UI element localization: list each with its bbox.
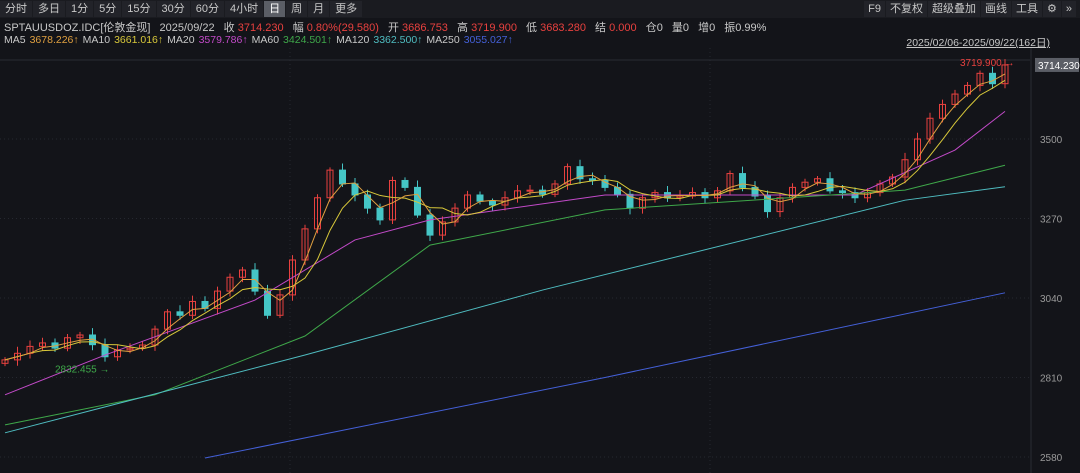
ma-value: 3055.027↑ (463, 34, 513, 46)
candlestick-chart[interactable]: 3500 3270 3040 2810 2580 3719.900 → 2832.455 →… (0, 48, 1080, 473)
tool-button[interactable]: F9 (864, 1, 885, 17)
period-tab[interactable]: 4小时 (225, 1, 264, 17)
period-tab[interactable]: 多日 (33, 1, 65, 17)
period-tab[interactable]: 周 (286, 1, 308, 17)
ma-name: MA5 (4, 34, 26, 46)
candle-body (476, 194, 484, 202)
ma-name: MA250 (426, 34, 460, 46)
ma-name: MA60 (251, 34, 280, 46)
y-tick-label: 3040 (1040, 294, 1063, 305)
period-tab[interactable]: 日 (264, 1, 286, 17)
ma-value: 3661.016↑ (114, 34, 164, 46)
ma-name: MA120 (336, 34, 370, 46)
candle-body (264, 290, 271, 316)
candle-body (426, 214, 434, 236)
max-price-label: 3719.900 → (960, 58, 1015, 69)
last-price-text: 3714.230 (1038, 61, 1080, 72)
tool-button[interactable]: ⚙ (1043, 1, 1061, 17)
tool-button[interactable]: 画线 (981, 1, 1011, 17)
ma5-line (4, 73, 1006, 361)
candle-body (176, 311, 184, 316)
ma-value: 3678.226↑ (29, 34, 79, 46)
ma-legend: MA5 3678.226↑ MA10 3661.016↑ MA20 3579.786↑ MA… (4, 34, 517, 46)
candle-body (339, 169, 346, 185)
ma-name: MA10 (82, 34, 111, 46)
period-tab[interactable]: 30分 (156, 1, 190, 17)
ma20-line (4, 110, 1006, 396)
period-tab[interactable]: 月 (308, 1, 330, 17)
y-tick-label: 2810 (1040, 374, 1063, 385)
quote-info: SPTAUUSDOZ.IDC[伦敦金现] 2025/09/22 收 3714.2… (4, 22, 767, 34)
ma-value: 3579.786↑ (198, 34, 248, 46)
right-tools: F9 不复权 超级叠加 画线 工具 ⚙» (863, 0, 1076, 18)
candle-body (364, 194, 371, 209)
ma-value: 3362.500↑ (373, 34, 423, 46)
period-tab[interactable]: 5分 (94, 1, 122, 17)
ma10-line (4, 79, 1006, 361)
candle-body (376, 207, 384, 221)
candle-body (739, 173, 746, 188)
candle-body (526, 189, 534, 192)
ma250-line (204, 292, 1006, 459)
ma120-line (4, 186, 1006, 434)
tool-button[interactable]: » (1061, 1, 1076, 17)
symbol: SPTAUUSDOZ.IDC[伦敦金现] (4, 22, 151, 34)
y-tick-label: 3500 (1040, 135, 1063, 146)
period-tab[interactable]: 15分 (122, 1, 156, 17)
tool-button[interactable]: 超级叠加 (928, 1, 980, 17)
period-tab[interactable]: 更多 (330, 1, 363, 17)
candle-body (489, 200, 496, 206)
period-tab[interactable]: 1分 (66, 1, 94, 17)
tool-button[interactable]: 工具 (1012, 1, 1042, 17)
date: 2025/09/22 (159, 22, 215, 34)
period-tab[interactable]: 60分 (190, 1, 224, 17)
candle-body (989, 72, 996, 85)
candle-body (401, 179, 409, 188)
y-tick-label: 2580 (1040, 453, 1063, 464)
candle-body (839, 190, 846, 194)
tool-button[interactable]: 不复权 (886, 1, 927, 17)
min-price-label: 2832.455 → (55, 365, 110, 376)
ma-value: 3424.501↑ (283, 34, 333, 46)
ma-name: MA20 (167, 34, 195, 46)
period-tab[interactable]: 分时 (0, 1, 32, 17)
y-tick-label: 3270 (1040, 215, 1063, 226)
